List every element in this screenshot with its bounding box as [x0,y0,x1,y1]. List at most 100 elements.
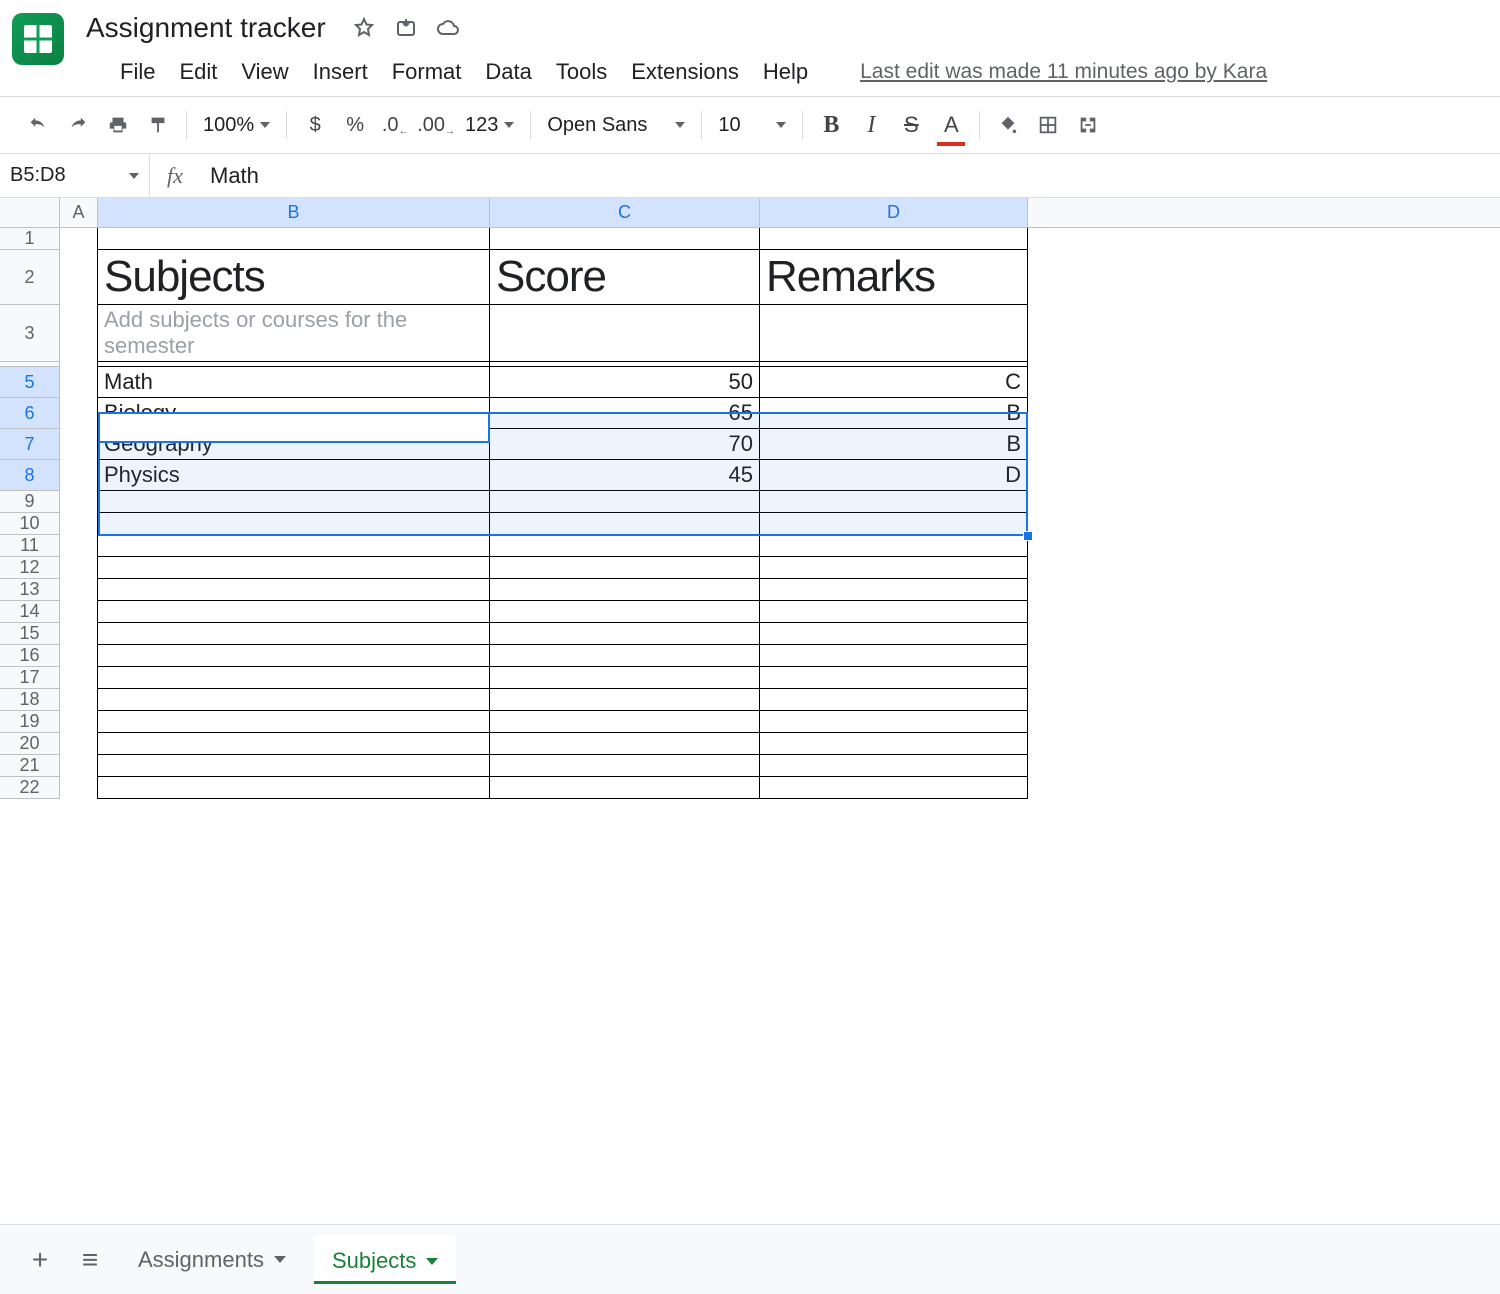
cell[interactable] [490,689,760,711]
menu-edit[interactable]: Edit [167,55,229,89]
chevron-down-icon[interactable] [426,1258,438,1265]
cell[interactable] [60,305,98,362]
cell[interactable] [60,755,98,777]
strikethrough-button[interactable]: S [893,107,929,143]
name-box[interactable]: B5:D8 [0,154,150,197]
row-head-6[interactable]: 6 [0,398,60,429]
decrease-decimal-button[interactable]: .0← [377,107,413,143]
row-head-12[interactable]: 12 [0,557,60,579]
cell[interactable] [1028,557,1500,579]
merge-cells-button[interactable] [1070,107,1106,143]
cell[interactable] [98,535,490,557]
row-head-7[interactable]: 7 [0,429,60,460]
cell[interactable] [1028,689,1500,711]
col-head-C[interactable]: C [490,198,760,228]
cell[interactable] [60,667,98,689]
row-head-18[interactable]: 18 [0,689,60,711]
cell-remark[interactable]: C [760,367,1028,398]
print-button[interactable] [100,107,136,143]
text-color-button[interactable]: A [933,107,969,143]
header-score[interactable]: Score [490,250,760,305]
cell[interactable] [60,228,98,250]
menu-insert[interactable]: Insert [301,55,380,89]
cell[interactable] [60,491,98,513]
cell[interactable] [1028,535,1500,557]
cell[interactable] [760,733,1028,755]
cell[interactable] [760,711,1028,733]
move-icon[interactable] [394,16,418,40]
cell[interactable] [98,777,490,799]
cell[interactable] [1028,601,1500,623]
sheet-tab-assignments[interactable]: Assignments [120,1237,304,1283]
cell[interactable] [98,601,490,623]
header-subjects[interactable]: Subjects [98,250,490,305]
cell[interactable] [760,667,1028,689]
cell[interactable] [1028,667,1500,689]
cell-subject[interactable]: Math [98,367,490,398]
cell[interactable] [98,491,490,513]
cell[interactable] [60,250,98,305]
cell[interactable] [760,535,1028,557]
font-size-select[interactable]: 10 [712,114,792,137]
paint-format-button[interactable] [140,107,176,143]
zoom-select[interactable]: 100% [197,114,276,137]
row-head-3[interactable]: 3 [0,305,60,362]
hint-text[interactable]: Add subjects or courses for the semester [98,305,490,362]
row-head-8[interactable]: 8 [0,460,60,491]
cell[interactable] [1028,711,1500,733]
cloud-status-icon[interactable] [436,16,460,40]
percent-button[interactable]: % [337,107,373,143]
row-head-13[interactable]: 13 [0,579,60,601]
sheet-tab-subjects[interactable]: Subjects [314,1235,456,1284]
cell[interactable] [60,367,98,398]
redo-button[interactable] [60,107,96,143]
col-head-B[interactable]: B [98,198,490,228]
cell[interactable] [60,460,98,491]
cell[interactable] [1028,755,1500,777]
cell[interactable] [490,645,760,667]
document-title[interactable]: Assignment tracker [80,8,332,48]
cell[interactable] [490,579,760,601]
cell[interactable] [1028,250,1500,305]
cell[interactable] [1028,398,1500,429]
last-edit-link[interactable]: Last edit was made 11 minutes ago by Kar… [860,60,1267,84]
cell[interactable] [490,491,760,513]
cell[interactable] [60,733,98,755]
cell[interactable] [490,733,760,755]
cell[interactable] [760,579,1028,601]
chevron-down-icon[interactable] [274,1256,286,1263]
row-head-9[interactable]: 9 [0,491,60,513]
formula-input[interactable]: Math [200,163,1500,189]
row-head-5[interactable]: 5 [0,367,60,398]
cell-score[interactable]: 70 [490,429,760,460]
row-head-10[interactable]: 10 [0,513,60,535]
cell-subject[interactable]: Physics [98,460,490,491]
italic-button[interactable]: I [853,107,889,143]
cell[interactable] [60,645,98,667]
row-head-16[interactable]: 16 [0,645,60,667]
menu-help[interactable]: Help [751,55,820,89]
cell[interactable] [98,689,490,711]
cell[interactable] [1028,305,1500,362]
cell[interactable] [1028,579,1500,601]
cell[interactable] [1028,777,1500,799]
cell[interactable] [60,557,98,579]
menu-file[interactable]: File [108,55,167,89]
cell[interactable] [98,623,490,645]
cell[interactable] [490,623,760,645]
cell[interactable] [60,579,98,601]
cell[interactable] [1028,623,1500,645]
cell[interactable] [60,601,98,623]
row-head-11[interactable]: 11 [0,535,60,557]
menu-data[interactable]: Data [473,55,543,89]
add-sheet-button[interactable]: + [20,1240,60,1280]
cell[interactable] [490,755,760,777]
row-head-20[interactable]: 20 [0,733,60,755]
undo-button[interactable] [20,107,56,143]
cell[interactable] [760,645,1028,667]
cell[interactable] [60,711,98,733]
cell[interactable] [490,777,760,799]
cell[interactable] [1028,228,1500,250]
col-head-A[interactable]: A [60,198,98,228]
cell-score[interactable]: 45 [490,460,760,491]
